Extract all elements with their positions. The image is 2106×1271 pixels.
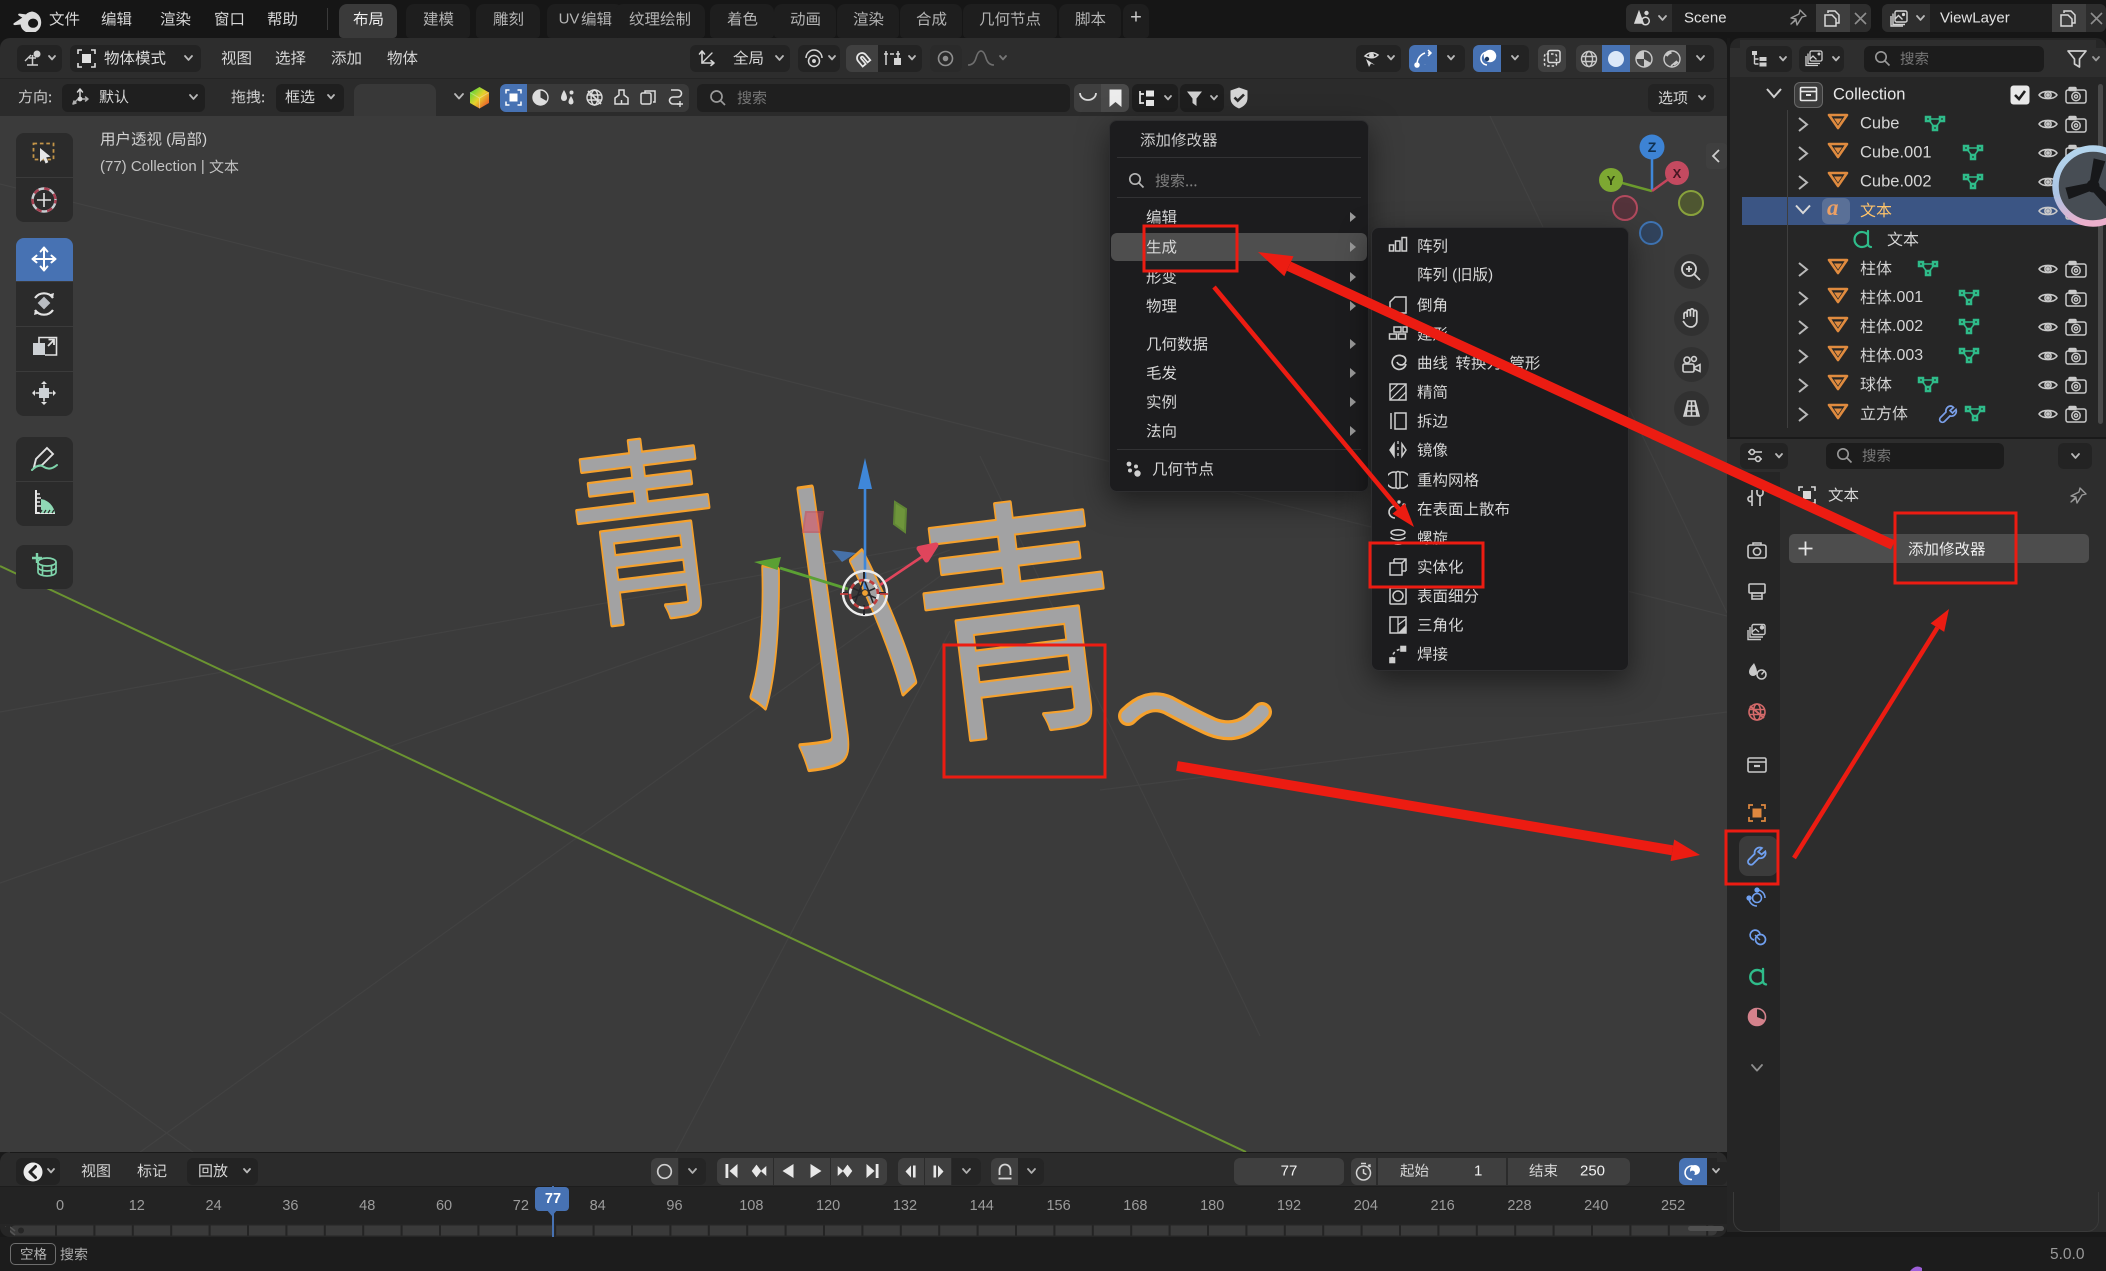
svg-text:Y: Y	[1607, 173, 1616, 188]
svg-text:X: X	[1673, 166, 1682, 181]
svg-text:Z: Z	[1648, 139, 1657, 155]
